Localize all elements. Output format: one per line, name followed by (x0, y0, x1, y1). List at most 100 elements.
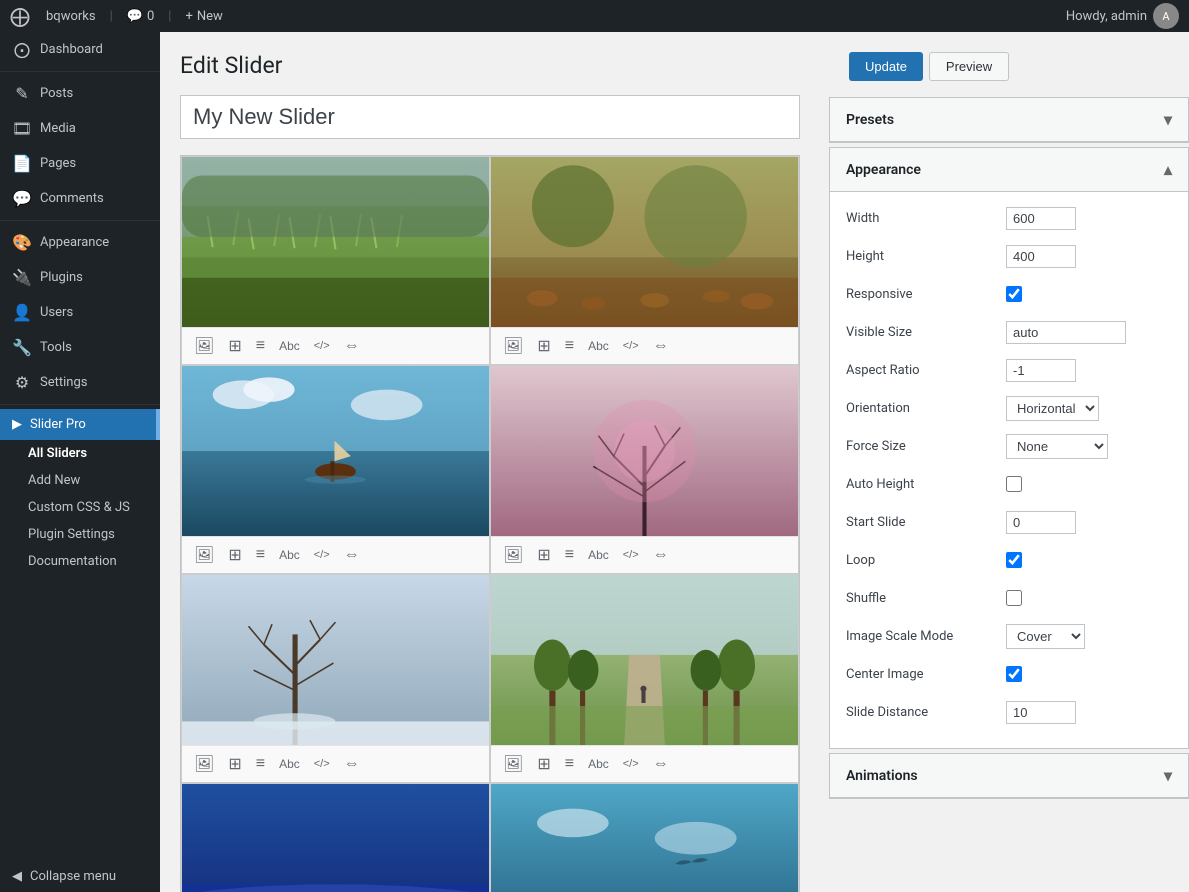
sidebar-item-users[interactable]: 👤 Users (0, 295, 160, 330)
slide-text-btn[interactable]: Abc (584, 337, 613, 355)
slide-text-btn[interactable]: Abc (584, 755, 613, 773)
appearance-icon: 🎨 (12, 233, 32, 252)
slide-code-btn[interactable]: </> (310, 547, 334, 563)
submenu-add-new[interactable]: Add New (0, 467, 160, 494)
animations-label: Animations (846, 768, 918, 784)
sidebar-item-media[interactable]: 🎞 Media (0, 111, 160, 146)
slide-settings-btn[interactable]: ⇔ (340, 335, 364, 357)
slide-text-btn[interactable]: Abc (275, 546, 304, 564)
slide-text-btn[interactable]: Abc (275, 755, 304, 773)
center-image-checkbox[interactable] (1006, 666, 1022, 682)
appearance-section: Appearance ▴ Width Height Responsive (829, 147, 1189, 749)
slide-content-btn[interactable]: ≡ (252, 753, 269, 775)
slide-settings-btn[interactable]: ⇔ (649, 335, 673, 357)
slide-layers-btn[interactable]: ⊞ (533, 752, 554, 776)
sidebar-item-appearance[interactable]: 🎨 Appearance (0, 225, 160, 260)
slide-settings-btn[interactable]: ⇔ (649, 544, 673, 566)
field-row-aspect-ratio: Aspect Ratio (846, 356, 1172, 384)
slide-distance-input[interactable] (1006, 701, 1076, 724)
shuffle-checkbox[interactable] (1006, 590, 1022, 606)
slider-title-input[interactable]: My New Slider (180, 95, 800, 139)
presets-label: Presets (846, 112, 894, 128)
sidebar-item-comments[interactable]: 💬 Comments (0, 181, 160, 216)
sidebar-item-tools[interactable]: 🔧 Tools (0, 330, 160, 365)
slide-content-btn[interactable]: ≡ (252, 335, 269, 357)
responsive-checkbox[interactable] (1006, 286, 1022, 302)
auto-height-checkbox[interactable] (1006, 476, 1022, 492)
sidebar-item-slider-pro[interactable]: ▶ Slider Pro (0, 409, 160, 440)
menu-separator-3 (0, 404, 160, 405)
slide-image-btn[interactable]: 🖼 (190, 543, 218, 567)
slide-image-btn[interactable]: 🖼 (499, 752, 527, 776)
slide-settings-btn[interactable]: ⇔ (649, 753, 673, 775)
sidebar-item-dashboard[interactable]: ⨀ Dashboard (0, 32, 160, 67)
slide-layers-btn[interactable]: ⊞ (533, 543, 554, 567)
body-wrap: ⨀ Dashboard ✎ Posts 🎞 Media 📄 Pages 💬 Co… (0, 32, 1189, 892)
submenu-documentation[interactable]: Documentation (0, 548, 160, 575)
slide-code-btn[interactable]: </> (619, 756, 643, 772)
slide-item: 🖼 ⊞ ≡ Abc </> ⇔ (490, 574, 799, 783)
slide-layers-btn[interactable]: ⊞ (533, 334, 554, 358)
slide-settings-btn[interactable]: ⇔ (340, 753, 364, 775)
orientation-label: Orientation (846, 401, 1006, 416)
slide-content-btn[interactable]: ≡ (561, 335, 578, 357)
plus-icon: + (185, 9, 192, 24)
width-label: Width (846, 211, 1006, 226)
media-icon: 🎞 (12, 119, 32, 138)
slide-code-btn[interactable]: </> (310, 338, 334, 354)
submenu-all-sliders[interactable]: All Sliders (0, 440, 160, 467)
comments-link[interactable]: 💬 0 (127, 9, 155, 24)
submenu-custom-css-js[interactable]: Custom CSS & JS (0, 494, 160, 521)
slide-layers-btn[interactable]: ⊞ (224, 543, 245, 567)
slide-code-btn[interactable]: </> (310, 756, 334, 772)
new-link[interactable]: + New (185, 9, 222, 24)
sidebar: ⨀ Dashboard ✎ Posts 🎞 Media 📄 Pages 💬 Co… (0, 32, 160, 892)
visible-size-input[interactable] (1006, 321, 1126, 344)
loop-checkbox[interactable] (1006, 552, 1022, 568)
presets-chevron-icon: ▾ (1164, 110, 1172, 129)
plugins-icon: 🔌 (12, 268, 32, 287)
preview-button[interactable]: Preview (929, 52, 1009, 81)
image-scale-mode-select[interactable]: Cover Contain Exact None (1006, 624, 1085, 649)
slide-text-btn[interactable]: Abc (275, 337, 304, 355)
slide-text-btn[interactable]: Abc (584, 546, 613, 564)
sidebar-item-posts[interactable]: ✎ Posts (0, 76, 160, 111)
aspect-ratio-input[interactable] (1006, 359, 1076, 382)
sidebar-item-pages[interactable]: 📄 Pages (0, 146, 160, 181)
slide-content-btn[interactable]: ≡ (252, 544, 269, 566)
presets-header[interactable]: Presets ▾ (830, 98, 1188, 142)
slide-layers-btn[interactable]: ⊞ (224, 334, 245, 358)
panel-top-buttons: Update Preview (829, 52, 1189, 97)
slides-grid: 🖼 ⊞ ≡ Abc </> ⇔ (180, 155, 800, 892)
slide-settings-btn[interactable]: ⇔ (340, 544, 364, 566)
howdy-text: Howdy, admin (1066, 9, 1147, 24)
slide-code-btn[interactable]: </> (619, 338, 643, 354)
settings-icon: ⚙ (12, 373, 32, 392)
submenu-plugin-settings[interactable]: Plugin Settings (0, 521, 160, 548)
sidebar-item-settings[interactable]: ⚙ Settings (0, 365, 160, 400)
slide-image-btn[interactable]: 🖼 (499, 334, 527, 358)
update-button[interactable]: Update (849, 52, 923, 81)
slide-content-btn[interactable]: ≡ (561, 544, 578, 566)
orientation-select[interactable]: Horizontal Vertical (1006, 396, 1099, 421)
slide-image-btn[interactable]: 🖼 (190, 752, 218, 776)
animations-header[interactable]: Animations ▾ (830, 754, 1188, 798)
collapse-menu-button[interactable]: ◀ Collapse menu (0, 861, 160, 892)
slide-image (182, 157, 489, 327)
force-size-select[interactable]: None Force Auto Height (1006, 434, 1108, 459)
site-name[interactable]: bqworks (46, 9, 96, 24)
start-slide-input[interactable] (1006, 511, 1076, 534)
sidebar-label-settings: Settings (40, 375, 87, 390)
slide-image-btn[interactable]: 🖼 (499, 543, 527, 567)
appearance-header[interactable]: Appearance ▴ (830, 148, 1188, 192)
image-scale-mode-label: Image Scale Mode (846, 629, 1006, 644)
slide-content-btn[interactable]: ≡ (561, 753, 578, 775)
slide-layers-btn[interactable]: ⊞ (224, 752, 245, 776)
sidebar-label-slider-pro: Slider Pro (30, 417, 86, 432)
height-input[interactable] (1006, 245, 1076, 268)
slide-item: 🖼 ⊞ ≡ Abc </> ⇔ (490, 365, 799, 574)
sidebar-item-plugins[interactable]: 🔌 Plugins (0, 260, 160, 295)
width-input[interactable] (1006, 207, 1076, 230)
slide-code-btn[interactable]: </> (619, 547, 643, 563)
slide-image-btn[interactable]: 🖼 (190, 334, 218, 358)
